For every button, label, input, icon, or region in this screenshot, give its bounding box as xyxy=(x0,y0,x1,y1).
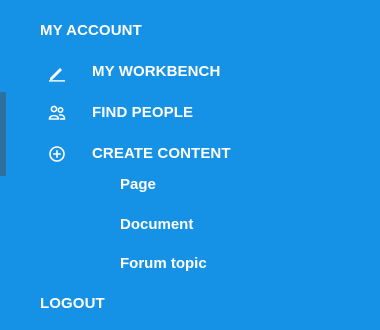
menu-item-find-people[interactable]: FIND PEOPLE xyxy=(92,104,193,121)
account-menu-panel: MY ACCOUNT MY WORKBENCH FIND PEOPLE CREA… xyxy=(0,0,380,330)
people-icon xyxy=(48,104,66,122)
submenu-item-forum-topic[interactable]: Forum topic xyxy=(120,255,207,272)
my-account-link[interactable]: MY ACCOUNT xyxy=(40,22,142,39)
submenu-item-page[interactable]: Page xyxy=(120,176,156,193)
menu-item-my-workbench[interactable]: MY WORKBENCH xyxy=(92,63,220,80)
plus-circle-icon xyxy=(48,145,66,163)
menu-item-create-content[interactable]: CREATE CONTENT xyxy=(92,145,231,162)
panel-left-edge xyxy=(0,92,6,176)
logout-link[interactable]: LOGOUT xyxy=(40,295,105,312)
submenu-item-document[interactable]: Document xyxy=(120,216,193,233)
pencil-icon xyxy=(48,64,66,82)
